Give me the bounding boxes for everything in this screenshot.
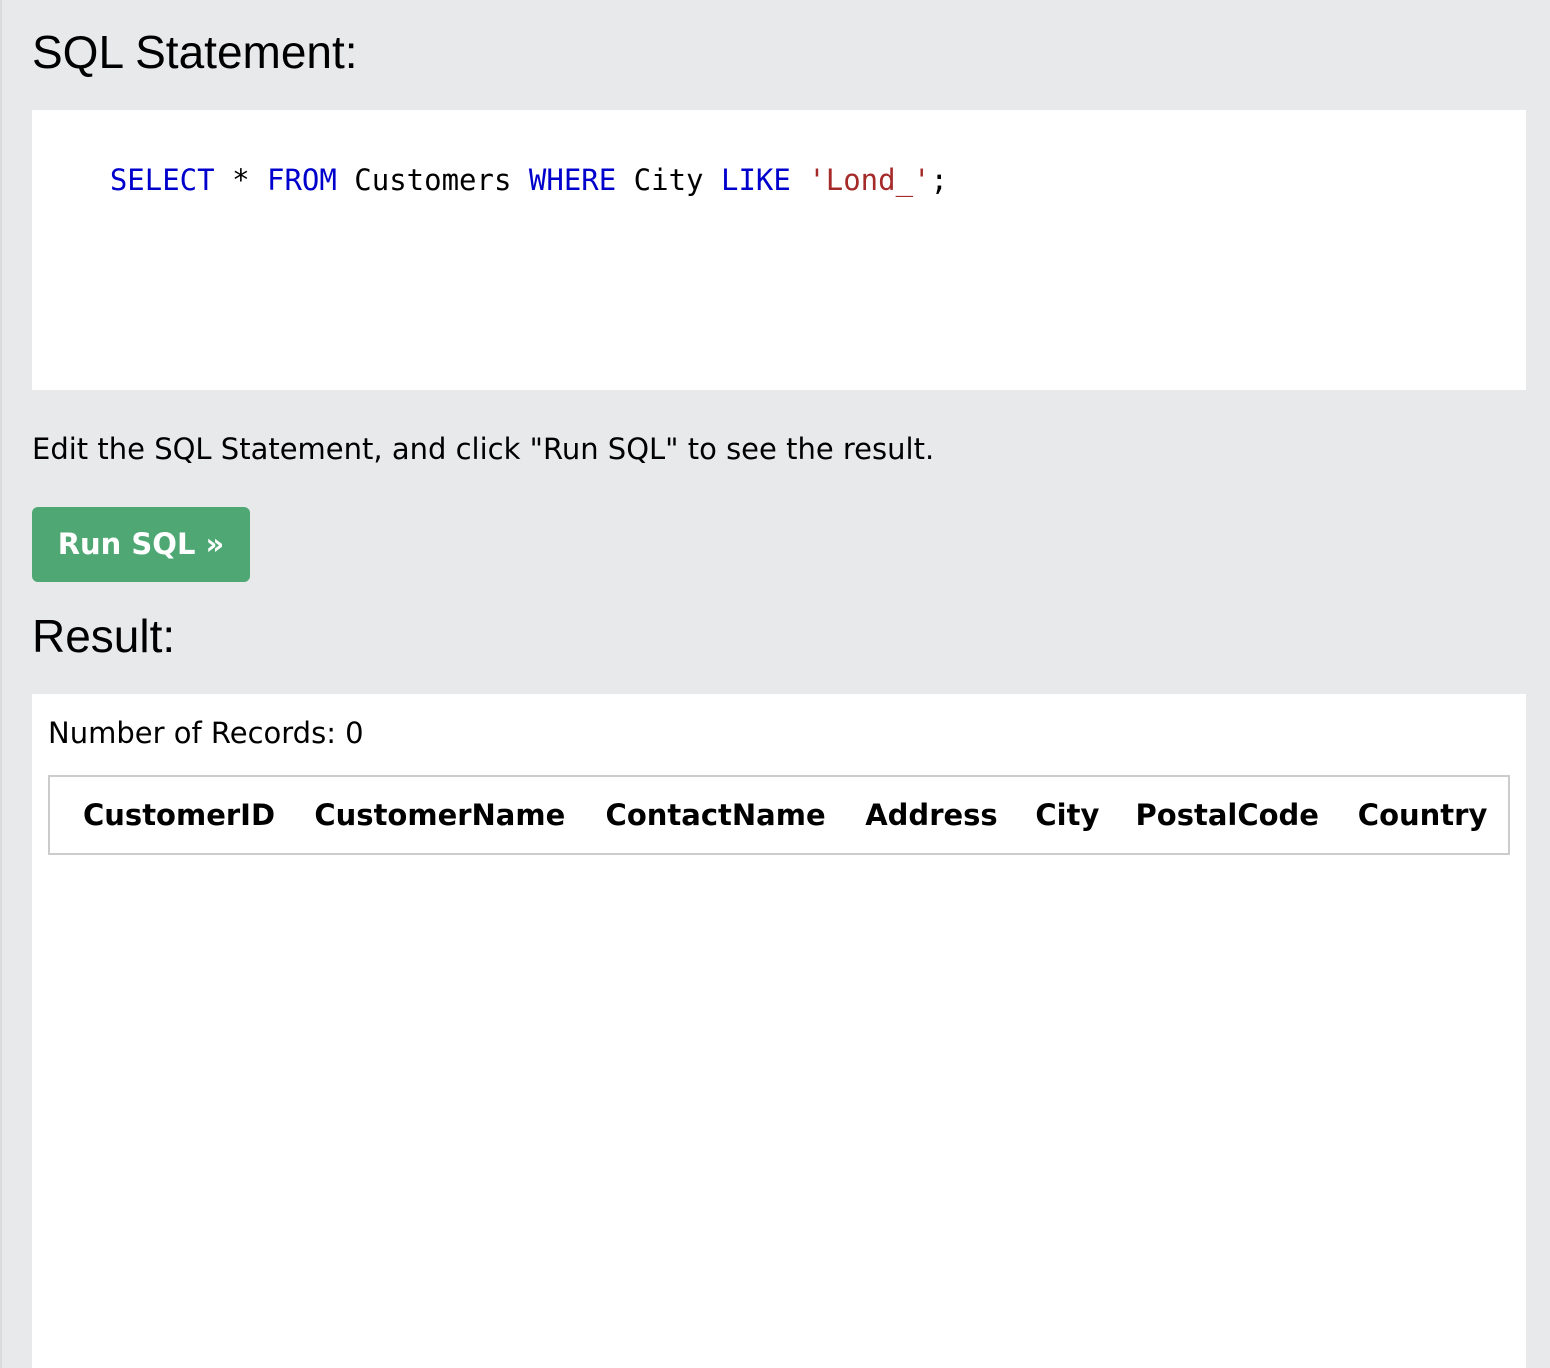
sql-token-keyword: WHERE xyxy=(528,163,617,197)
sql-token-string: 'Lond_' xyxy=(808,163,931,197)
sql-token-keyword: FROM xyxy=(267,163,337,197)
sql-token-keyword: SELECT xyxy=(109,163,215,197)
column-header-contactname: ContactName xyxy=(605,798,826,832)
sql-token-plain xyxy=(791,163,808,197)
column-header-postalcode: PostalCode xyxy=(1135,798,1319,832)
instruction-text: Edit the SQL Statement, and click "Run S… xyxy=(32,432,935,466)
record-count: Number of Records: 0 xyxy=(48,716,364,750)
sql-token-plain: City xyxy=(616,163,721,197)
sql-statement-heading: SQL Statement: xyxy=(32,26,358,78)
sql-editor[interactable]: SELECT * FROM Customers WHERE City LIKE … xyxy=(32,110,1526,390)
column-header-customerid: CustomerID xyxy=(83,798,276,832)
column-header-customername: CustomerName xyxy=(314,798,566,832)
sql-code-line[interactable]: SELECT * FROM Customers WHERE City LIKE … xyxy=(40,120,1518,240)
result-table: CustomerID CustomerName ContactName Addr… xyxy=(48,775,1510,855)
table-header-row: CustomerID CustomerName ContactName Addr… xyxy=(50,777,1508,853)
sql-token-keyword: LIKE xyxy=(720,163,791,197)
column-header-address: Address xyxy=(865,798,998,832)
result-panel: Number of Records: 0 CustomerID Customer… xyxy=(32,694,1526,1368)
sql-token-plain: Customers xyxy=(336,163,529,197)
run-sql-button[interactable]: Run SQL » xyxy=(32,507,250,582)
column-header-country: Country xyxy=(1357,798,1488,832)
sql-token-plain: ; xyxy=(930,163,948,197)
sql-token-plain: * xyxy=(214,163,267,197)
page-left-edge xyxy=(0,0,2,1368)
column-header-city: City xyxy=(1035,798,1100,832)
result-heading: Result: xyxy=(32,610,176,662)
